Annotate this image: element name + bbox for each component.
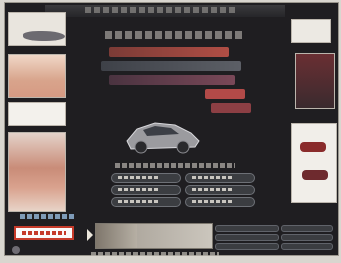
stats-heading bbox=[115, 163, 235, 168]
left-large-preview bbox=[8, 132, 66, 212]
stat-pill-5 bbox=[111, 197, 181, 207]
stat-pill-4 bbox=[185, 185, 255, 195]
section-header bbox=[105, 31, 243, 39]
slot-bar bbox=[215, 225, 279, 232]
category-button-5[interactable] bbox=[211, 103, 251, 113]
right-thumbnail[interactable] bbox=[291, 19, 331, 43]
car-icon bbox=[126, 122, 200, 154]
stat-pill-3 bbox=[111, 185, 181, 195]
category-button-1[interactable] bbox=[109, 47, 229, 57]
stat-pill-1 bbox=[111, 173, 181, 183]
window-title bbox=[85, 7, 235, 13]
category-button-3[interactable] bbox=[109, 75, 235, 85]
slot-bar bbox=[281, 225, 333, 232]
slot-bar bbox=[281, 243, 333, 250]
stat-pill-6 bbox=[185, 197, 255, 207]
settings-icon[interactable] bbox=[12, 246, 20, 254]
category-button-2[interactable] bbox=[101, 61, 241, 71]
play-arrow-icon bbox=[87, 229, 93, 241]
progress-bar bbox=[95, 223, 213, 249]
action-button[interactable] bbox=[14, 226, 74, 240]
left-preview bbox=[8, 54, 66, 98]
car-icon bbox=[23, 31, 65, 41]
slot-bar bbox=[215, 243, 279, 250]
left-caption bbox=[20, 214, 74, 219]
car-selection-panel[interactable] bbox=[291, 123, 337, 203]
car-icon[interactable] bbox=[300, 142, 326, 152]
footer-text bbox=[91, 252, 219, 256]
left-thumbnail[interactable] bbox=[8, 12, 66, 46]
left-label-card bbox=[8, 102, 66, 126]
slot-bar bbox=[281, 234, 333, 241]
progress-fill bbox=[96, 224, 137, 248]
right-preview bbox=[295, 53, 335, 109]
car-icon[interactable] bbox=[302, 170, 328, 180]
slot-bar bbox=[215, 234, 279, 241]
category-button-4[interactable] bbox=[205, 89, 245, 99]
stat-pill-2 bbox=[185, 173, 255, 183]
top-bar bbox=[45, 5, 285, 17]
